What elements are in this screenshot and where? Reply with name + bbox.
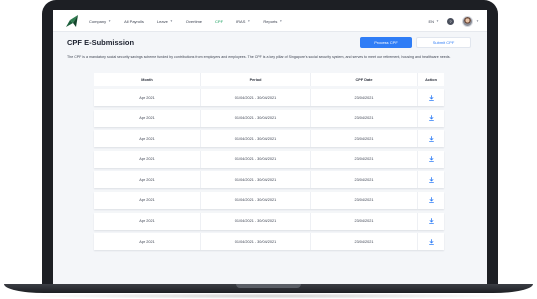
cell-cpf-date: 23/04/2021: [311, 109, 418, 127]
cell-month: Apr 2021: [94, 233, 201, 251]
submit-cpf-button[interactable]: Submit CPF: [416, 37, 471, 48]
laptop-shadow: [20, 293, 517, 299]
cell-month: Apr 2021: [94, 212, 201, 230]
download-icon[interactable]: [428, 197, 434, 204]
nav-item-label: Overtime: [185, 18, 203, 24]
logo-icon[interactable]: [65, 14, 79, 28]
table-row: Apr 2021 01/04/2021 - 30/04/2021 23/04/202…: [94, 130, 444, 148]
table-row: Apr 2021 01/04/2021 - 30/04/2021 23/04/202…: [94, 109, 444, 127]
cell-cpf-date: 23/04/2021: [311, 89, 418, 106]
cell-action: [418, 213, 444, 230]
nav-item-overtime[interactable]: Overtime: [186, 19, 202, 24]
process-cpf-button[interactable]: Process CPF: [360, 37, 412, 48]
nav-item-iras[interactable]: IRAS ▼: [236, 19, 250, 24]
cell-cpf-date: 23/04/2021: [311, 233, 418, 251]
avatar[interactable]: [462, 15, 474, 27]
page-description: The CPF is a mandatory social security s…: [67, 55, 451, 59]
cell-month: Apr 2021: [94, 109, 201, 127]
chevron-down-icon[interactable]: ▼: [476, 19, 479, 23]
cell-action: [418, 110, 444, 127]
app-screen: Company ▼ All Payrolls Leave ▼ Overtime CPF IRA…: [53, 10, 487, 284]
download-icon[interactable]: [428, 238, 434, 245]
column-header-month: Month: [94, 73, 201, 86]
column-header-cpf-date: CPF Date: [311, 73, 418, 86]
download-icon[interactable]: [428, 156, 434, 163]
download-icon[interactable]: [428, 94, 434, 101]
nav-item-reports[interactable]: Reports ▼: [263, 19, 282, 24]
nav-right: EN ▼ ? ▼: [428, 10, 479, 32]
laptop-notch: [236, 284, 301, 288]
nav-item-label: Leave: [156, 18, 168, 24]
download-icon[interactable]: [428, 218, 434, 224]
chevron-down-icon: ▼: [169, 19, 173, 23]
language-label: EN: [428, 18, 435, 24]
table-row: Apr 2021 01/04/2021 - 30/04/2021 23/04/202…: [94, 171, 444, 189]
table-row: Apr 2021 01/04/2021 - 30/04/2021 23/04/202…: [94, 233, 444, 251]
cell-cpf-date: 23/04/2021: [311, 212, 418, 230]
download-icon[interactable]: [428, 115, 434, 121]
table-row: Apr 2021 01/04/2021 - 30/04/2021 23/04/202…: [94, 212, 444, 230]
table-row: Apr 2021 01/04/2021 - 30/04/2021 23/04/202…: [94, 150, 444, 168]
cell-cpf-date: 23/04/2021: [311, 130, 418, 148]
cell-month: Apr 2021: [94, 171, 201, 189]
cell-action: [418, 151, 444, 168]
cell-month: Apr 2021: [94, 191, 201, 209]
cell-period: 01/04/2021 - 30/04/2021: [201, 109, 311, 127]
cell-cpf-date: 23/04/2021: [311, 150, 418, 168]
nav-item-label: Company: [89, 18, 107, 24]
table-row: Apr 2021 01/04/2021 - 30/04/2021 23/04/202…: [94, 191, 444, 209]
column-header-period: Period: [201, 73, 311, 86]
cell-period: 01/04/2021 - 30/04/2021: [201, 130, 311, 148]
cell-action: [418, 89, 444, 106]
help-icon[interactable]: ?: [447, 17, 455, 25]
nav-item-cpf[interactable]: CPF: [215, 19, 223, 24]
cell-period: 01/04/2021 - 30/04/2021: [201, 171, 311, 189]
cell-month: Apr 2021: [94, 150, 201, 168]
cell-period: 01/04/2021 - 30/04/2021: [201, 233, 311, 251]
language-selector[interactable]: EN ▼: [428, 19, 439, 24]
nav-item-label: Reports: [263, 18, 278, 24]
cell-period: 01/04/2021 - 30/04/2021: [201, 150, 311, 168]
cell-month: Apr 2021: [94, 130, 201, 148]
chevron-down-icon: ▼: [279, 19, 283, 23]
nav-item-company[interactable]: Company ▼: [89, 19, 111, 24]
cell-action: [418, 233, 444, 250]
nav-item-label: All Payrolls: [124, 18, 144, 24]
chevron-down-icon: ▼: [247, 19, 251, 23]
page-title: CPF E-Submission: [67, 38, 135, 47]
cell-action: [418, 192, 444, 209]
cell-cpf-date: 23/04/2021: [311, 171, 418, 189]
cell-period: 01/04/2021 - 30/04/2021: [201, 89, 311, 106]
nav-item-label: IRAS: [236, 18, 246, 24]
table-row: Apr 2021 01/04/2021 - 30/04/2021 23/04/202…: [94, 89, 444, 106]
cell-period: 01/04/2021 - 30/04/2021: [201, 212, 311, 230]
nav-item-all-payrolls[interactable]: All Payrolls: [124, 19, 144, 24]
cell-period: 01/04/2021 - 30/04/2021: [201, 191, 311, 209]
cell-action: [418, 171, 444, 188]
cpf-table: Month Period CPF Date Action Apr 2021 01/…: [94, 73, 444, 254]
nav-menu: Company ▼ All Payrolls Leave ▼ Overtime CPF IRA…: [89, 10, 295, 32]
cell-month: Apr 2021: [94, 89, 201, 106]
nav-item-leave[interactable]: Leave ▼: [157, 19, 173, 24]
top-navigation: Company ▼ All Payrolls Leave ▼ Overtime CPF IRA…: [53, 10, 487, 32]
download-icon[interactable]: [428, 135, 434, 142]
cell-action: [418, 130, 444, 147]
download-icon[interactable]: [428, 176, 434, 183]
table-header-row: Month Period CPF Date Action: [94, 73, 444, 86]
nav-item-label: CPF: [215, 18, 224, 24]
column-header-action: Action: [425, 77, 437, 82]
chevron-down-icon: ▼: [108, 19, 112, 23]
chevron-down-icon: ▼: [436, 19, 440, 23]
cell-cpf-date: 23/04/2021: [311, 191, 418, 209]
